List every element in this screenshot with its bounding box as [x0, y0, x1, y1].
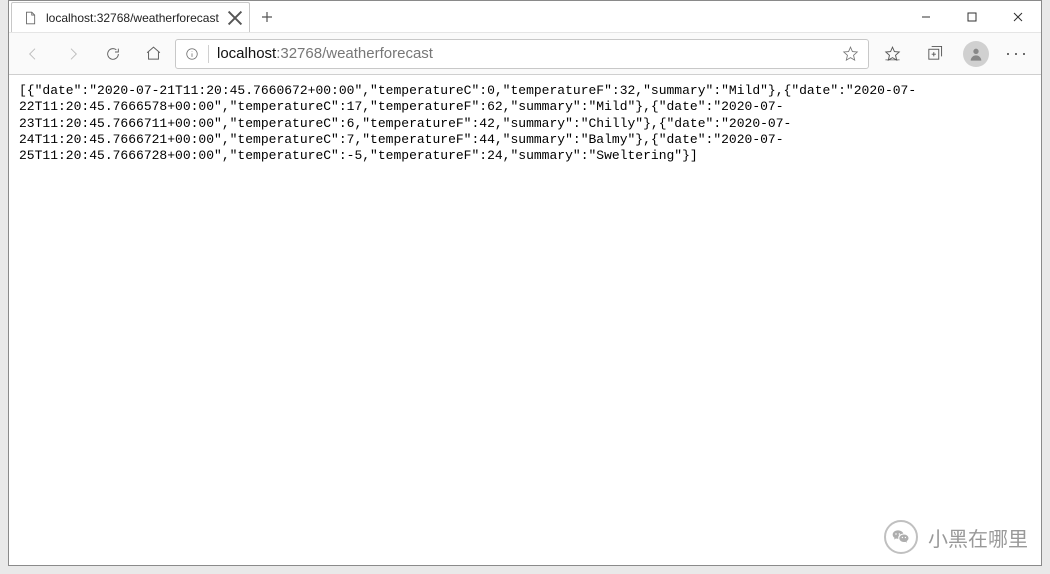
page-icon	[22, 10, 38, 26]
profile-button[interactable]	[957, 38, 995, 70]
page-content[interactable]: [{"date":"2020-07-21T11:20:45.7660672+00…	[9, 75, 1041, 565]
collections-button[interactable]	[915, 38, 953, 70]
maximize-button[interactable]	[949, 1, 995, 32]
url-host: localhost	[217, 45, 276, 62]
refresh-button[interactable]	[95, 38, 131, 70]
window-controls	[903, 1, 1041, 32]
tab-title: localhost:32768/weatherforecast	[46, 11, 219, 25]
separator	[208, 45, 209, 63]
tab-strip: localhost:32768/weatherforecast	[9, 1, 284, 32]
home-button[interactable]	[135, 38, 171, 70]
profile-avatar-icon	[963, 41, 989, 67]
more-menu-button[interactable]: ···	[999, 43, 1035, 64]
forward-button[interactable]	[55, 38, 91, 70]
url-text: localhost:32768/weatherforecast	[217, 45, 834, 62]
site-info-icon[interactable]	[184, 46, 200, 62]
window-close-button[interactable]	[995, 1, 1041, 32]
address-bar[interactable]: localhost:32768/weatherforecast	[175, 39, 869, 69]
minimize-button[interactable]	[903, 1, 949, 32]
favorite-star-icon[interactable]	[842, 45, 860, 63]
browser-tab[interactable]: localhost:32768/weatherforecast	[11, 2, 250, 32]
title-drag-area[interactable]	[284, 1, 903, 32]
tab-close-button[interactable]	[227, 10, 243, 26]
toolbar: localhost:32768/weatherforecast ···	[9, 33, 1041, 75]
title-bar: localhost:32768/weatherforecast	[9, 1, 1041, 33]
favorites-button[interactable]	[873, 38, 911, 70]
new-tab-button[interactable]	[250, 2, 284, 32]
browser-window: localhost:32768/weatherforecast	[8, 0, 1042, 566]
url-path: :32768/weatherforecast	[276, 45, 433, 62]
back-button[interactable]	[15, 38, 51, 70]
